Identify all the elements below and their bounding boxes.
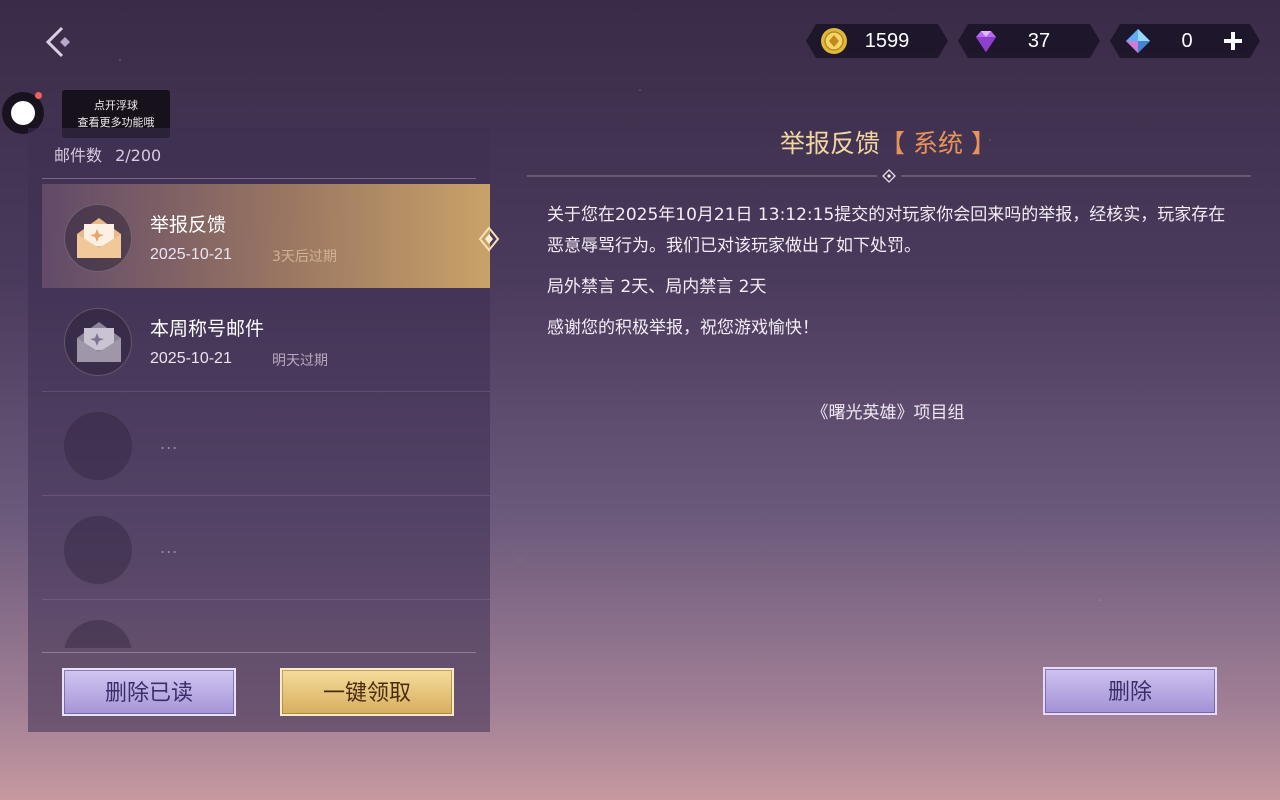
mail-subject: 举报反馈 <box>150 214 227 236</box>
blue-crystal-icon <box>1124 27 1152 55</box>
list-top-divider <box>42 178 476 179</box>
detail-title-text: 举报反馈 <box>780 129 881 158</box>
mail-detail-title: 举报反馈【 系统 】 <box>526 124 1250 160</box>
mail-detail-body: 关于您在2025年10月21日 13:12:15提交的对玩家你会回来吗的举报，经… <box>547 200 1237 354</box>
selected-marker-icon <box>478 226 500 252</box>
mail-item-report-feedback[interactable]: 举报反馈 2025-10-21 3天后过期 <box>42 184 490 288</box>
mail-date: 2025-10-21 <box>150 350 232 367</box>
back-arrow-icon <box>45 26 70 58</box>
detail-paragraph: 局外禁言 2天、局内禁言 2天 <box>547 277 767 297</box>
empty-avatar <box>64 620 132 648</box>
plus-icon <box>1224 32 1242 50</box>
detail-paragraph: 感谢您的积极举报，祝您游戏愉快！ <box>547 318 819 338</box>
title-divider <box>527 169 1251 183</box>
empty-slot-dots: ... <box>160 538 179 557</box>
mail-expiry: 3天后过期 <box>272 249 337 265</box>
detail-signature: 《曙光英雄》项目组 <box>811 403 965 423</box>
envelope-open-icon <box>77 322 121 362</box>
notification-dot <box>35 92 42 99</box>
empty-avatar <box>64 412 132 480</box>
tooltip-line-1: 点开浮球 <box>94 99 138 112</box>
detail-title-tag: 【 系统 】 <box>880 129 996 158</box>
mail-list-panel: 邮件数 2/200 举报反馈 2025-10-21 3天后过期 本周称号邮件 2… <box>28 128 500 732</box>
crystal-value: 0 <box>1181 29 1193 52</box>
delete-mail-button[interactable]: 删除 <box>1043 667 1217 715</box>
crystal-balance: 0 <box>1110 24 1260 58</box>
mail-item-weekly-title[interactable]: 本周称号邮件 2025-10-21 明天过期 <box>42 288 490 392</box>
empty-avatar <box>64 516 132 584</box>
empty-mail-slot: ... <box>42 392 490 496</box>
list-bottom-divider <box>42 652 476 653</box>
mail-expiry: 明天过期 <box>272 353 328 369</box>
claim-all-button[interactable]: 一键领取 <box>280 668 454 716</box>
diamond-value: 37 <box>1027 29 1051 52</box>
envelope-open-icon <box>77 218 121 258</box>
gold-coin-icon <box>820 27 848 55</box>
empty-mail-slot <box>42 600 490 648</box>
mail-count: 邮件数 2/200 <box>54 142 161 166</box>
mail-list[interactable]: 举报反馈 2025-10-21 3天后过期 本周称号邮件 2025-10-21 … <box>42 184 490 648</box>
gold-coin-balance: 1599 <box>806 24 948 58</box>
currency-bar: 1599 37 0 <box>806 24 1260 58</box>
mail-subject: 本周称号邮件 <box>150 318 265 340</box>
mail-count-label: 邮件数 <box>54 146 103 165</box>
empty-mail-slot: ... <box>42 496 490 600</box>
diamond-balance: 37 <box>958 24 1100 58</box>
detail-paragraph: 关于您在2025年10月21日 13:12:15提交的对玩家你会回来吗的举报，经… <box>547 205 1226 256</box>
back-button[interactable] <box>38 22 78 62</box>
add-currency-button[interactable] <box>1220 28 1246 54</box>
purple-diamond-icon <box>972 27 1000 55</box>
mail-date: 2025-10-21 <box>150 246 232 263</box>
gold-coin-value: 1599 <box>864 29 910 52</box>
mail-count-value: 2/200 <box>115 146 162 165</box>
delete-read-button[interactable]: 删除已读 <box>62 668 236 716</box>
empty-slot-dots: ... <box>160 434 179 453</box>
